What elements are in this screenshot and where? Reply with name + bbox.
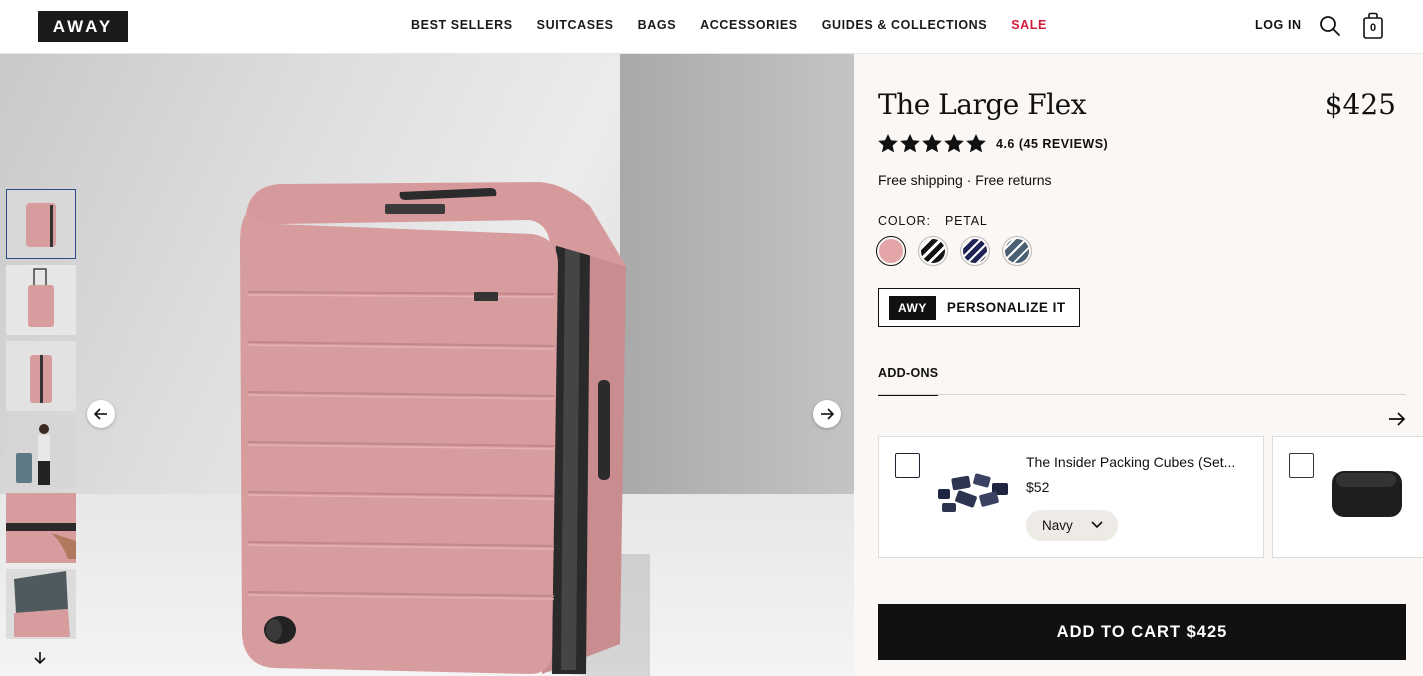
thumbnail-open[interactable] bbox=[6, 569, 76, 639]
chevron-down-icon bbox=[1091, 521, 1103, 529]
color-label: COLOR: bbox=[878, 214, 931, 228]
nav-best-sellers[interactable]: BEST SELLERS bbox=[411, 18, 513, 32]
arrow-down-icon[interactable] bbox=[31, 650, 49, 666]
star-rating bbox=[878, 134, 986, 153]
cart-button[interactable]: 0 bbox=[1363, 12, 1383, 39]
nav-guides-collections[interactable]: GUIDES & COLLECTIONS bbox=[822, 18, 987, 32]
addon-color-select[interactable]: Navy bbox=[1026, 510, 1118, 541]
addon-card: The Insider Packing Cubes (Set... $52 Na… bbox=[878, 436, 1264, 558]
product-title: The Large Flex bbox=[878, 88, 1087, 121]
product-image bbox=[240, 182, 650, 676]
personalize-button[interactable]: AWY PERSONALIZE IT bbox=[878, 288, 1080, 327]
addon-checkbox[interactable] bbox=[895, 453, 920, 478]
star-icon bbox=[944, 134, 964, 153]
product-details: The Large Flex $425 4.6 (45 REVIEWS) Fre… bbox=[854, 54, 1423, 676]
login-link[interactable]: LOG IN bbox=[1255, 18, 1302, 32]
star-icon bbox=[922, 134, 942, 153]
review-count[interactable]: 4.6 (45 REVIEWS) bbox=[996, 137, 1108, 151]
color-selector-label: COLOR: PETAL bbox=[878, 214, 988, 228]
add-to-cart-button[interactable]: ADD TO CART $425 bbox=[878, 604, 1406, 660]
nav-accessories[interactable]: ACCESSORIES bbox=[700, 18, 798, 32]
thumbnail-zipper[interactable] bbox=[6, 493, 76, 563]
tab-add-ons[interactable]: ADD-ONS bbox=[878, 366, 939, 396]
addon-price: $52 bbox=[1026, 479, 1050, 495]
away-logo[interactable]: AWAY bbox=[38, 11, 128, 42]
nav-suitcases[interactable]: SUITCASES bbox=[537, 18, 614, 32]
tab-divider bbox=[878, 394, 1406, 395]
addon-card bbox=[1272, 436, 1423, 558]
arrow-right-icon[interactable] bbox=[1387, 411, 1407, 427]
main-nav: BEST SELLERS SUITCASES BAGS ACCESSORIES … bbox=[411, 18, 1071, 32]
arrow-right-icon bbox=[821, 408, 834, 420]
nav-bags[interactable]: BAGS bbox=[638, 18, 677, 32]
search-icon[interactable] bbox=[1319, 15, 1341, 37]
packing-cubes-image bbox=[938, 473, 1008, 512]
monogram-badge: AWY bbox=[889, 295, 936, 320]
product-price: $425 bbox=[1324, 88, 1396, 121]
thumbnail-suitcase-handle[interactable] bbox=[6, 265, 76, 335]
addon-name[interactable]: The Insider Packing Cubes (Set... bbox=[1026, 454, 1235, 470]
star-icon bbox=[966, 134, 986, 153]
gallery-prev-button[interactable] bbox=[87, 400, 115, 428]
swatch-black-stripe[interactable] bbox=[918, 236, 948, 266]
thumbnail-person[interactable] bbox=[6, 417, 76, 487]
star-icon bbox=[878, 134, 898, 153]
star-icon bbox=[900, 134, 920, 153]
site-header: AWAY BEST SELLERS SUITCASES BAGS ACCESSO… bbox=[0, 0, 1423, 54]
swatch-slate-stripe[interactable] bbox=[1002, 236, 1032, 266]
swatch-petal[interactable] bbox=[876, 236, 906, 266]
addon-checkbox[interactable] bbox=[1289, 453, 1314, 478]
product-gallery bbox=[0, 54, 854, 676]
swatch-navy-stripe[interactable] bbox=[960, 236, 990, 266]
color-swatches bbox=[876, 236, 1032, 266]
thumbnail-suitcase-side[interactable] bbox=[6, 341, 76, 411]
thumbnail-list bbox=[6, 189, 76, 645]
color-value: PETAL bbox=[945, 214, 988, 228]
shipping-info: Free shipping · Free returns bbox=[878, 172, 1052, 188]
thumbnail-suitcase-front[interactable] bbox=[6, 189, 76, 259]
cart-count: 0 bbox=[1369, 22, 1377, 34]
gallery-next-button[interactable] bbox=[813, 400, 841, 428]
addon-color-value: Navy bbox=[1042, 518, 1073, 533]
rating-summary[interactable]: 4.6 (45 REVIEWS) bbox=[878, 134, 1108, 153]
arrow-left-icon bbox=[94, 408, 107, 420]
toiletry-case-image bbox=[1332, 471, 1402, 517]
personalize-label: PERSONALIZE IT bbox=[946, 300, 1066, 315]
nav-sale[interactable]: SALE bbox=[1011, 18, 1047, 32]
